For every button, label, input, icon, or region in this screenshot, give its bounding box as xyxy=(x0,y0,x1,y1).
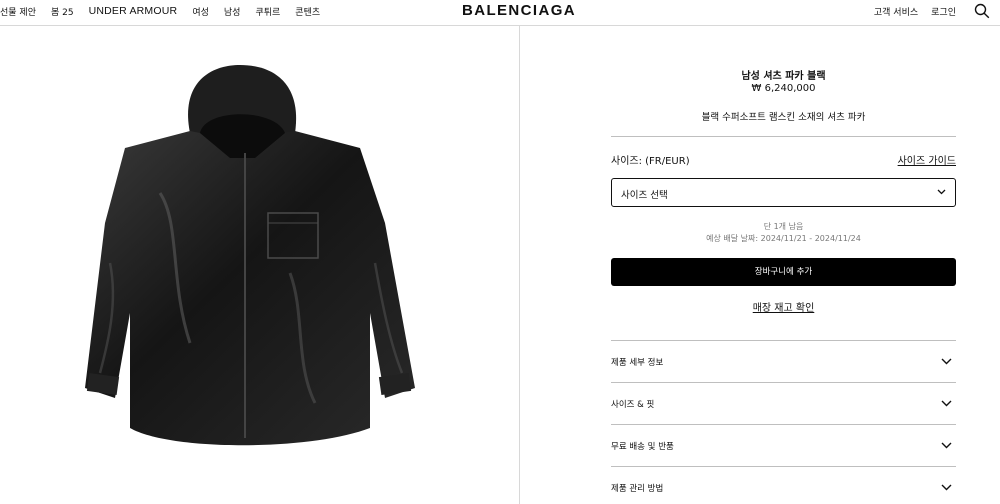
accordion-label: 제품 관리 방법 xyxy=(611,484,664,494)
size-select-placeholder: 사이즈 선택 xyxy=(621,190,668,201)
product-image[interactable] xyxy=(40,63,440,463)
chevron-down-icon xyxy=(941,358,952,365)
product-name: 남성 셔츠 파카 블랙 xyxy=(741,71,826,82)
product-price: ₩ 6,240,000 xyxy=(751,83,816,94)
size-guide-link[interactable]: 사이즈 가이드 xyxy=(898,152,956,167)
login-link[interactable]: 로그인 xyxy=(931,5,956,18)
accordion-label: 제품 세부 정보 xyxy=(611,358,664,368)
chevron-down-icon xyxy=(937,189,946,195)
delivery-estimate: 예상 배달 날짜: 2024/11/21 - 2024/11/24 xyxy=(706,234,861,243)
store-stock-link[interactable]: 매장 재고 확인 xyxy=(611,299,956,314)
add-to-cart-button[interactable]: 장바구니에 추가 xyxy=(611,258,956,286)
search-icon[interactable] xyxy=(974,3,990,19)
pane-divider xyxy=(519,26,520,504)
chevron-down-icon xyxy=(941,400,952,407)
accordion-care[interactable]: 제품 관리 방법 xyxy=(611,467,956,504)
accordion-label: 무료 배송 및 반품 xyxy=(611,442,674,452)
accordion-label: 사이즈 & 핏 xyxy=(611,400,655,410)
customer-service-link[interactable]: 고객 서비스 xyxy=(874,5,918,18)
utility-nav: 고객 서비스 로그인 xyxy=(874,0,990,22)
size-label: 사이즈: (FR/EUR) xyxy=(611,156,690,167)
stock-notice: 단 1개 남음 xyxy=(763,222,804,231)
chevron-down-icon xyxy=(941,484,952,491)
product-description: 블랙 수퍼소프트 램스킨 소재의 셔츠 파카 xyxy=(701,112,866,123)
accordion-size-fit[interactable]: 사이즈 & 핏 xyxy=(611,383,956,424)
accordion-shipping-returns[interactable]: 무료 배송 및 반품 xyxy=(611,425,956,466)
divider-line xyxy=(611,136,956,137)
chevron-down-icon xyxy=(941,442,952,449)
brand-logo[interactable]: BALENCIAGA xyxy=(424,1,576,21)
size-select[interactable]: 사이즈 선택 xyxy=(611,178,956,207)
brand-logo-wrap: BALENCIAGA xyxy=(0,1,1000,21)
accordion-product-details[interactable]: 제품 세부 정보 xyxy=(611,341,956,382)
product-image-pane xyxy=(0,27,519,504)
site-header: 선물 제안 봄 25 UNDER ARMOUR 여성 남성 쿠튀르 콘텐츠 BA… xyxy=(0,0,1000,26)
